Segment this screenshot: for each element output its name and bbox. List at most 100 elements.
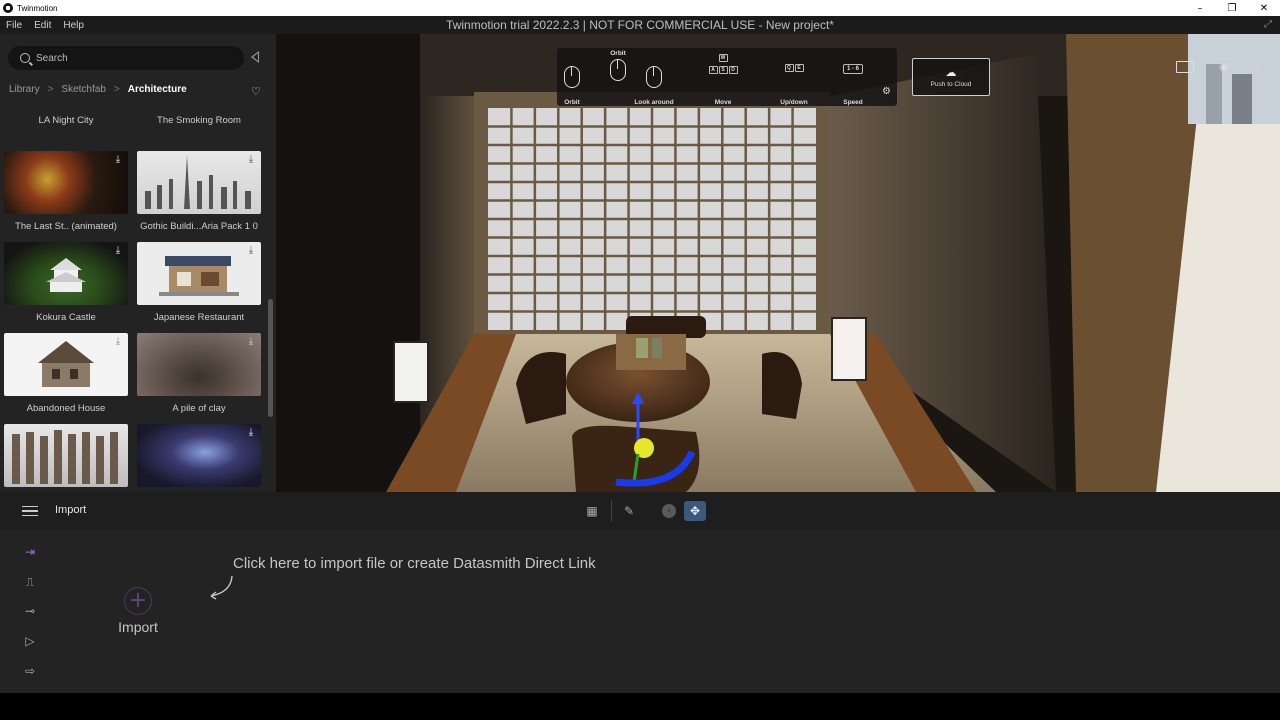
breadcrumb-library[interactable]: Library <box>9 84 40 95</box>
search-placeholder: Search <box>36 52 68 64</box>
asset-item[interactable]: ⤓ Japanese Restaurant <box>137 242 263 323</box>
key-a: A <box>708 66 718 74</box>
library-panel: Search Library > Sketchfab > Architectur… <box>0 34 276 492</box>
key-w: W <box>718 54 728 62</box>
asset-label: Japanese Restaurant <box>153 312 245 323</box>
media-tab-icon[interactable]: ▷ <box>19 633 41 649</box>
hud-orbit-label: Orbit <box>564 99 580 106</box>
import-plus-button[interactable]: + <box>124 587 152 615</box>
import-tab-icon[interactable]: ⇥ <box>19 544 41 560</box>
heart-icon[interactable]: ♡ <box>251 85 261 98</box>
mouse-middle-icon <box>610 59 626 81</box>
hud-look-around: Look around <box>629 56 679 106</box>
asset-item[interactable] <box>4 424 130 492</box>
fullscreen-icon[interactable]: ⤢ <box>1264 19 1272 30</box>
key-s: S <box>718 66 728 74</box>
library-scrollbar[interactable] <box>268 299 273 417</box>
asset-thumbnail: ⤓ <box>137 242 261 305</box>
hud-updown: QE Up/down <box>769 64 819 106</box>
cloud-upload-icon: ☁ <box>945 66 957 79</box>
asset-thumbnail: ⤓ <box>4 333 128 396</box>
menu-file[interactable]: File <box>0 20 28 31</box>
download-icon[interactable]: ⤓ <box>245 336 257 348</box>
close-button[interactable]: ✕ <box>1248 0 1280 16</box>
menu-edit[interactable]: Edit <box>28 20 57 31</box>
asset-thumbnail: ⤓ <box>137 333 261 396</box>
context-tab-icon[interactable]: ⎍ <box>19 574 41 590</box>
abandoned-house-thumb <box>38 341 94 387</box>
hamburger-menu-icon[interactable] <box>22 506 38 516</box>
asset-item[interactable]: ⤓ A pile of clay <box>137 333 263 414</box>
asset-item[interactable]: ⤓ Gothic Buildi...Aria Pack 1 0 <box>137 151 263 232</box>
settings-gear-icon[interactable]: ⚙ <box>882 86 891 97</box>
minimize-button[interactable]: – <box>1184 0 1216 16</box>
eyedropper-icon[interactable]: ✎ <box>619 502 639 520</box>
restaurant-thumb <box>159 256 239 296</box>
key-q: Q <box>784 64 794 72</box>
collapse-panel-icon[interactable] <box>251 51 259 63</box>
document-title: Twinmotion trial 2022.2.3 | NOT FOR COMM… <box>446 18 834 32</box>
app-name: Twinmotion <box>17 3 58 13</box>
os-titlebar: Twinmotion – ❐ ✕ <box>0 0 1280 16</box>
breadcrumb: Library > Sketchfab > Architecture <box>9 84 187 95</box>
menu-help[interactable]: Help <box>57 20 90 31</box>
chevron-right-icon: > <box>113 84 120 95</box>
import-section-title: Import <box>55 504 87 516</box>
download-icon[interactable]: ⤓ <box>245 154 257 166</box>
hud-look-around-label: Look around <box>634 99 674 106</box>
asset-thumbnail: ⤓ <box>137 424 261 487</box>
import-hint-text[interactable]: Click here to import file or create Data… <box>233 555 596 572</box>
hud-speed: 1 - 6 Speed <box>837 64 869 106</box>
twinmotion-app-icon <box>3 3 13 13</box>
mouse-left-icon <box>564 66 580 88</box>
characters-thumb <box>12 430 118 484</box>
asset-item[interactable]: The Smoking Room <box>137 108 263 126</box>
asset-label: Gothic Buildi...Aria Pack 1 0 <box>140 221 258 232</box>
push-to-cloud-label: Push to Cloud <box>930 81 972 88</box>
3d-viewport[interactable]: Orbit Orbit Look around W ASD Move QE Up… <box>276 34 1280 492</box>
asset-item[interactable]: ⤓ Abandoned House <box>4 333 130 414</box>
hud-updown-label: Up/down <box>780 99 808 106</box>
download-icon[interactable]: ⤓ <box>112 336 124 348</box>
asset-grid: LA Night City The Smoking Room ⤓ The Las… <box>0 108 266 492</box>
asset-item[interactable]: LA Night City <box>4 108 130 126</box>
bottom-toolbar: Import ▦ ✎ ‹ ✥ <box>0 492 1280 530</box>
import-button-label[interactable]: Import <box>100 619 176 635</box>
move-gizmo-icon[interactable]: ✥ <box>684 501 706 521</box>
asset-label: LA Night City <box>38 115 94 126</box>
speed-keys: 1 - 6 <box>842 64 863 74</box>
gothic-buildings-thumb <box>145 155 251 209</box>
toolbar-divider <box>611 500 612 522</box>
download-icon[interactable]: ⤓ <box>112 154 124 166</box>
hud-orbit-middle: Orbit <box>605 50 631 81</box>
grid-pattern-icon[interactable]: ▦ <box>582 502 602 520</box>
asset-thumbnail <box>4 424 128 487</box>
asset-item[interactable]: ⤓ Kokura Castle <box>4 242 130 323</box>
navigation-hud: Orbit Orbit Look around W ASD Move QE Up… <box>557 48 897 106</box>
breadcrumb-architecture[interactable]: Architecture <box>128 84 187 95</box>
download-icon[interactable]: ⤓ <box>112 245 124 257</box>
asset-item[interactable]: ⤓ The Last St.. (animated) <box>4 151 130 232</box>
chevron-left-icon[interactable]: ‹ <box>1256 60 1260 73</box>
window-controls: – ❐ ✕ <box>1184 0 1280 16</box>
asset-item[interactable]: ⤓ <box>137 424 263 492</box>
export-tab-icon[interactable]: ⇨ <box>19 663 41 679</box>
panel-layout-icon[interactable] <box>1176 61 1194 73</box>
restore-button[interactable]: ❐ <box>1216 0 1248 16</box>
eye-icon[interactable]: ◉ <box>1219 60 1229 73</box>
configure-tab-icon[interactable]: ⊸ <box>19 603 41 619</box>
download-icon[interactable]: ⤓ <box>245 427 257 439</box>
hud-orbit-top-label: Orbit <box>610 50 626 57</box>
download-icon[interactable]: ⤓ <box>245 245 257 257</box>
back-icon[interactable]: ‹ <box>659 502 679 520</box>
chevron-right-icon: > <box>47 84 54 95</box>
mouse-right-icon <box>646 66 662 88</box>
asset-label: The Smoking Room <box>157 115 241 126</box>
push-to-cloud-button[interactable]: ☁ Push to Cloud <box>912 58 990 96</box>
asset-label: A pile of clay <box>172 403 226 414</box>
hud-speed-label: Speed <box>843 99 863 106</box>
search-input[interactable]: Search <box>8 46 244 70</box>
asset-label: The Last St.. (animated) <box>15 221 117 232</box>
import-panel: ⇥ ⎍ ⊸ ▷ ⇨ Click here to import file or c… <box>0 530 1280 693</box>
breadcrumb-sketchfab[interactable]: Sketchfab <box>61 84 105 95</box>
